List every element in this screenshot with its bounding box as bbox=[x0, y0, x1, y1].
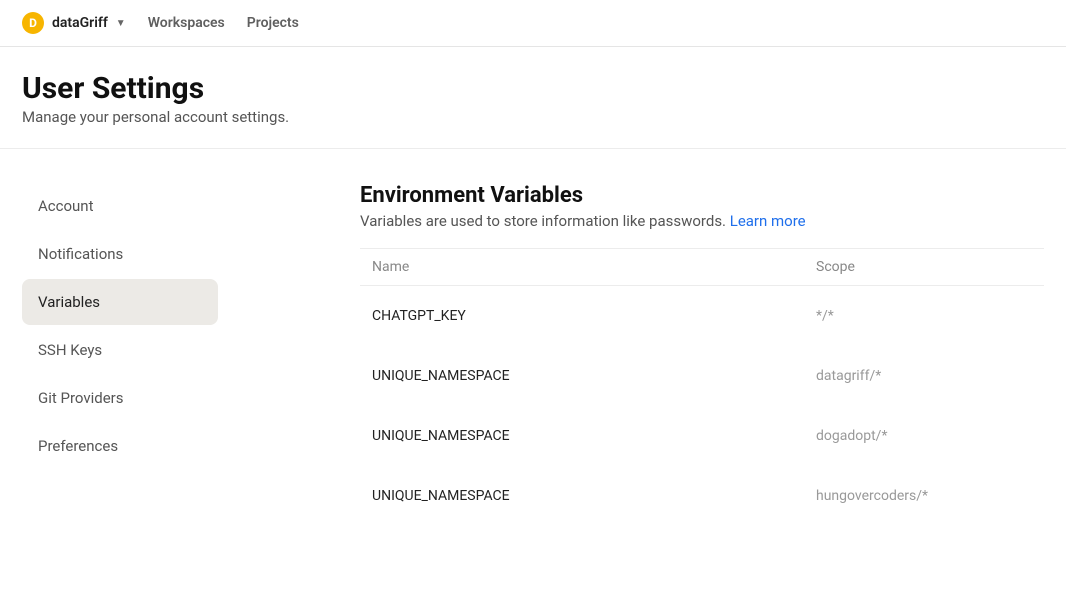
section-desc-text: Variables are used to store information … bbox=[360, 212, 730, 230]
sidebar-item-git-providers[interactable]: Git Providers bbox=[22, 375, 218, 421]
page-title: User Settings bbox=[22, 71, 1044, 106]
section-description: Variables are used to store information … bbox=[360, 212, 1044, 230]
chevron-down-icon: ▼ bbox=[116, 18, 126, 29]
sidebar-item-notifications[interactable]: Notifications bbox=[22, 231, 218, 277]
table-header-row: Name Scope bbox=[360, 249, 1044, 286]
sidebar-item-account[interactable]: Account bbox=[22, 183, 218, 229]
settings-sidebar: Account Notifications Variables SSH Keys… bbox=[0, 183, 230, 526]
sidebar-item-preferences[interactable]: Preferences bbox=[22, 423, 218, 469]
page-header: User Settings Manage your personal accou… bbox=[0, 47, 1066, 149]
table-row[interactable]: CHATGPT_KEY */* bbox=[360, 286, 1044, 347]
main-panel: Environment Variables Variables are used… bbox=[230, 183, 1066, 526]
table-row[interactable]: UNIQUE_NAMESPACE datagriff/* bbox=[360, 346, 1044, 406]
var-name: UNIQUE_NAMESPACE bbox=[360, 346, 804, 406]
table-row[interactable]: UNIQUE_NAMESPACE hungovercoders/* bbox=[360, 466, 1044, 526]
org-name: dataGriff bbox=[52, 15, 108, 31]
nav-projects[interactable]: Projects bbox=[247, 15, 299, 31]
var-name: UNIQUE_NAMESPACE bbox=[360, 466, 804, 526]
section-title: Environment Variables bbox=[360, 183, 1044, 208]
variables-table: Name Scope CHATGPT_KEY */* UNIQUE_NAMESP… bbox=[360, 248, 1044, 526]
sidebar-item-ssh-keys[interactable]: SSH Keys bbox=[22, 327, 218, 373]
org-selector[interactable]: D dataGriff ▼ bbox=[22, 12, 126, 34]
var-scope: */* bbox=[804, 286, 1044, 347]
var-scope: datagriff/* bbox=[804, 346, 1044, 406]
var-name: UNIQUE_NAMESPACE bbox=[360, 406, 804, 466]
page-subtitle: Manage your personal account settings. bbox=[22, 108, 1044, 126]
content-wrap: Account Notifications Variables SSH Keys… bbox=[0, 149, 1066, 526]
col-header-scope: Scope bbox=[804, 249, 1044, 286]
top-nav: D dataGriff ▼ Workspaces Projects bbox=[0, 0, 1066, 47]
var-scope: hungovercoders/* bbox=[804, 466, 1044, 526]
var-scope: dogadopt/* bbox=[804, 406, 1044, 466]
learn-more-link[interactable]: Learn more bbox=[730, 212, 806, 230]
org-avatar: D bbox=[22, 12, 44, 34]
sidebar-item-variables[interactable]: Variables bbox=[22, 279, 218, 325]
col-header-name: Name bbox=[360, 249, 804, 286]
nav-workspaces[interactable]: Workspaces bbox=[148, 15, 225, 31]
table-row[interactable]: UNIQUE_NAMESPACE dogadopt/* bbox=[360, 406, 1044, 466]
var-name: CHATGPT_KEY bbox=[360, 286, 804, 347]
